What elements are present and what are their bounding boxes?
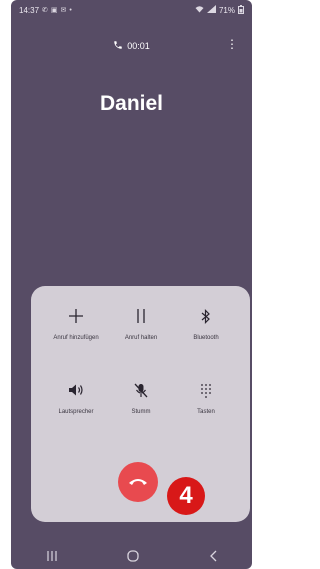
call-duration: 00:01 [127,41,150,51]
hold-call-label: Anruf halten [124,335,158,341]
plus-icon [69,306,83,326]
dot-icon: • [69,6,72,14]
mute-button[interactable]: Stumm [111,380,171,416]
keypad-icon [200,380,212,400]
pause-icon [136,306,146,326]
mute-label: Stumm [131,409,151,415]
mail-icon: ✉ [60,7,67,14]
end-call-icon [128,473,148,491]
call-phone-icon [113,40,123,52]
speaker-label: Lautsprecher [58,409,94,415]
wifi-icon [195,5,204,15]
keypad-label: Tasten [197,409,215,415]
phone-screen: 14:37 ✆ ▣ ✉ • 71% 00:01 ⋮ Daniel Anruf h… [11,0,252,569]
gallery-icon: ▣ [50,7,58,14]
bluetooth-button[interactable]: Bluetooth [176,306,236,342]
battery-icon [238,4,244,16]
back-icon[interactable] [209,550,217,565]
recent-apps-icon[interactable] [46,550,58,564]
mic-muted-icon [134,380,148,400]
more-options-icon[interactable]: ⋮ [226,38,238,50]
navigation-bar [11,545,252,569]
signal-icon [206,5,216,15]
add-call-button[interactable]: Anruf hinzufügen [46,306,106,342]
speaker-button[interactable]: Lautsprecher [46,380,106,416]
hold-call-button[interactable]: Anruf halten [111,306,171,342]
home-icon[interactable] [127,549,140,565]
battery-percent: 71% [218,5,235,15]
add-call-label: Anruf hinzufügen [53,335,99,341]
keypad-button[interactable]: Tasten [176,380,236,416]
status-bar: 14:37 ✆ ▣ ✉ • 71% [11,0,252,20]
speaker-icon [68,380,84,400]
bluetooth-label: Bluetooth [193,335,219,341]
step-number-badge: 4 [167,477,205,515]
status-time: 14:37 [19,5,40,15]
call-timer: 00:01 [11,40,252,52]
caller-name: Daniel [99,92,164,115]
end-call-button[interactable] [118,462,158,502]
bluetooth-icon [201,306,211,326]
phone-icon: ✆ [42,7,48,14]
